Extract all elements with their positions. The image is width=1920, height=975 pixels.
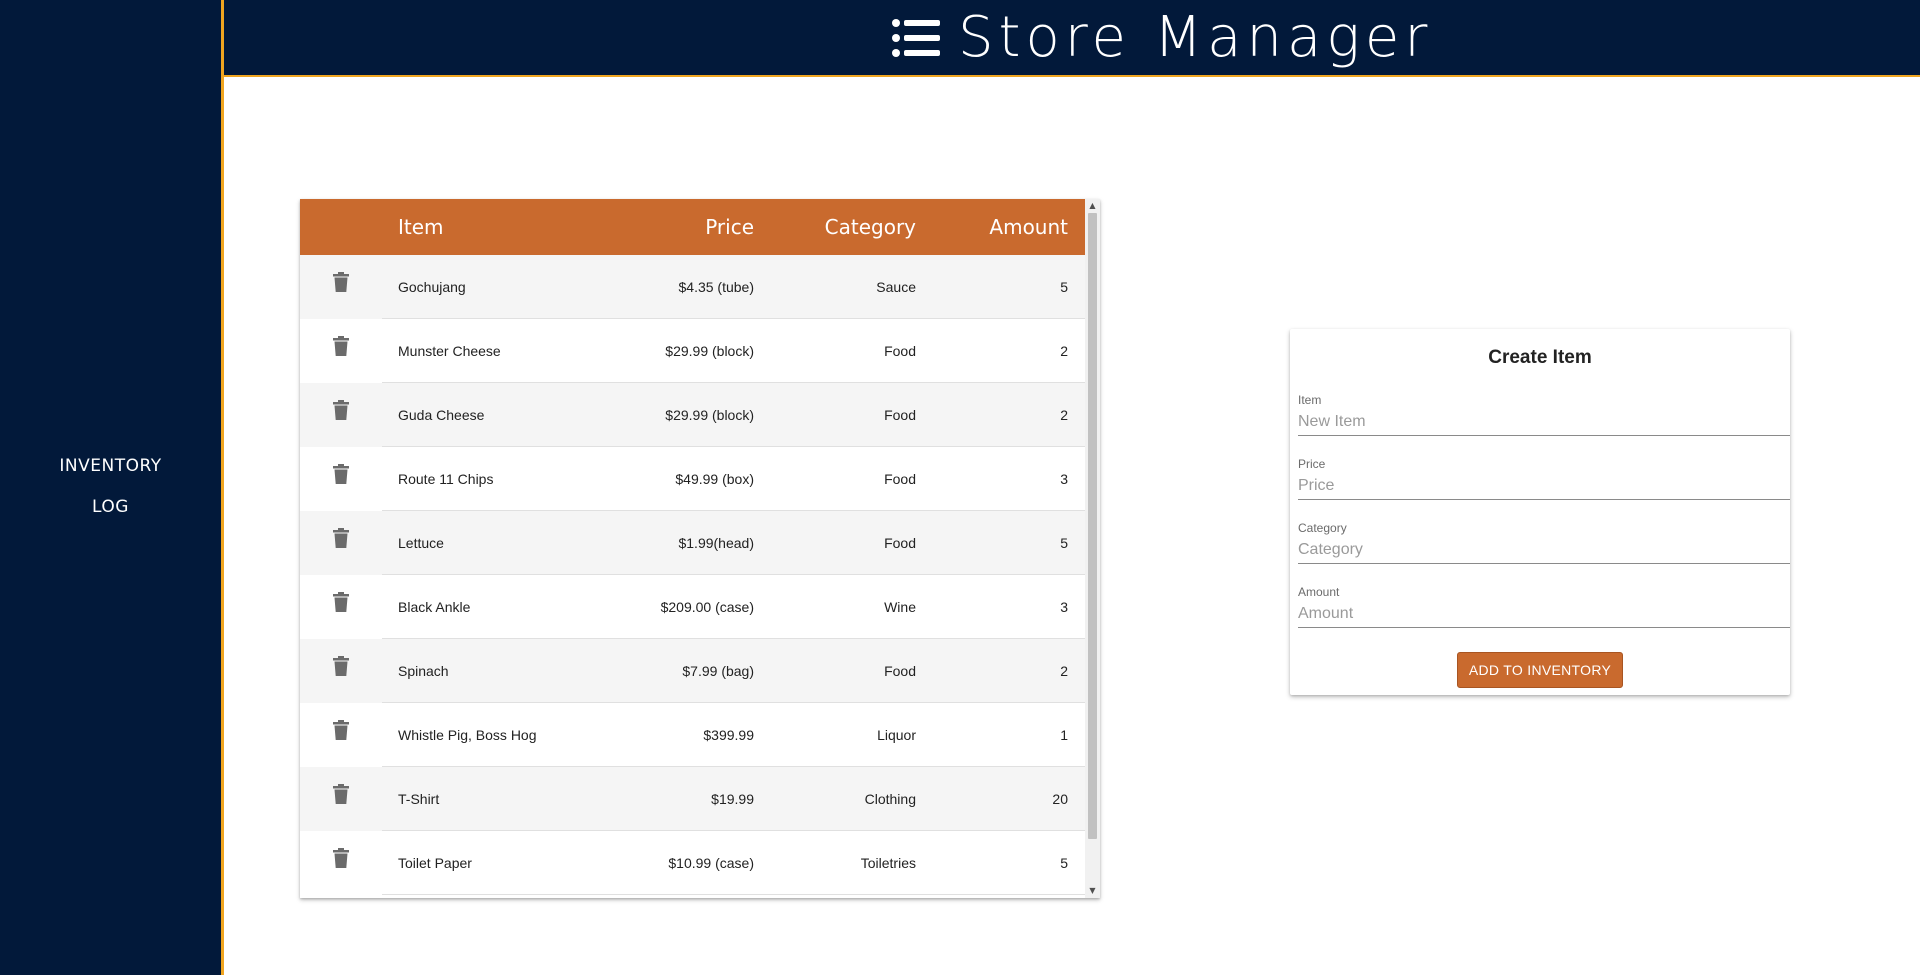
cell-category: Sauce [876,279,916,295]
cell-price: $7.99 (bag) [682,663,754,679]
cell-category: Clothing [864,791,916,807]
cell-amount: 5 [1060,279,1068,295]
price-field-group: Price [1298,457,1790,507]
cell-amount: 2 [1060,663,1068,679]
cell-item: Black Ankle [398,599,471,615]
column-header-item: Item [398,215,444,239]
cell-amount: 3 [1060,471,1068,487]
menu-list-icon[interactable] [892,18,940,58]
cell-category: Food [884,343,916,359]
cell-item: Munster Cheese [398,343,501,359]
cell-amount: 2 [1060,343,1068,359]
cell-price: $399.99 [703,727,754,743]
amount-field-group: Amount [1298,585,1790,635]
cell-price: $19.99 [711,791,754,807]
cell-category: Food [884,471,916,487]
cell-item: T-Shirt [398,791,440,807]
cell-amount: 3 [1060,599,1068,615]
table-row: Gochujang $4.35 (tube) Sauce 5 [300,255,1085,319]
cell-item: Gochujang [398,279,466,295]
cell-category: Wine [884,599,916,615]
item-field-group: Item [1298,393,1790,443]
cell-price: $49.99 (box) [675,471,754,487]
header: Store Manager [224,0,1920,77]
cell-amount: 2 [1060,407,1068,423]
table-row: T-Shirt $19.99 Clothing 20 [300,767,1085,831]
cell-price: $29.99 (block) [665,343,754,359]
category-input[interactable] [1298,537,1790,564]
cell-price: $1.99(head) [678,535,754,551]
table-row: Spinach $7.99 (bag) Food 2 [300,639,1085,703]
cell-item: Toilet Paper [398,855,472,871]
trash-icon[interactable] [333,767,349,804]
sidebar-item-log[interactable]: LOG [0,491,221,532]
cell-amount: 5 [1060,855,1068,871]
inventory-table: Item Price Category Amount Gochujang $4.3… [300,199,1100,898]
sidebar-nav: INVENTORY LOG [0,450,221,532]
trash-icon[interactable] [333,639,349,676]
sidebar-item-inventory[interactable]: INVENTORY [0,450,221,491]
price-field-label: Price [1298,457,1326,471]
column-header-amount: Amount [989,215,1068,239]
table-row: Guda Cheese $29.99 (block) Food 2 [300,383,1085,447]
table-row: Toilet Paper $10.99 (case) Toiletries 5 [300,831,1085,895]
table-row: Munster Cheese $29.99 (block) Food 2 [300,319,1085,383]
trash-icon[interactable] [333,383,349,420]
sidebar: INVENTORY LOG [0,0,224,975]
cell-price: $10.99 (case) [668,855,754,871]
header-brand: Store Manager [892,0,1432,75]
category-field-group: Category [1298,521,1790,571]
column-header-price: Price [705,215,754,239]
trash-icon[interactable] [333,447,349,484]
table-row: Whistle Pig, Boss Hog $399.99 Liquor 1 [300,703,1085,767]
cell-amount: 1 [1060,727,1068,743]
trash-icon[interactable] [333,319,349,356]
trash-icon[interactable] [333,575,349,612]
column-header-category: Category [824,215,916,239]
cell-item: Lettuce [398,535,444,551]
table-scrollbar[interactable]: ▲ ▼ [1085,199,1100,898]
cell-price: $209.00 (case) [660,599,754,615]
scroll-up-arrow-icon[interactable]: ▲ [1085,199,1100,213]
cell-item: Spinach [398,663,449,679]
cell-price: $29.99 (block) [665,407,754,423]
table-row: Black Ankle $209.00 (case) Wine 3 [300,575,1085,639]
trash-icon[interactable] [333,703,349,740]
cell-item: Guda Cheese [398,407,485,423]
cell-category: Food [884,535,916,551]
cell-category: Liquor [877,727,916,743]
add-to-inventory-button[interactable]: ADD TO INVENTORY [1457,652,1623,688]
scroll-down-arrow-icon[interactable]: ▼ [1085,884,1100,898]
cell-category: Food [884,407,916,423]
cell-price: $4.35 (tube) [678,279,755,295]
trash-icon[interactable] [333,511,349,548]
cell-item: Route 11 Chips [398,471,494,487]
category-field-label: Category [1298,521,1347,535]
item-field-label: Item [1298,393,1322,407]
scrollbar-thumb[interactable] [1088,213,1097,839]
price-input[interactable] [1298,473,1790,500]
trash-icon[interactable] [333,255,349,292]
amount-input[interactable] [1298,601,1790,628]
cell-amount: 20 [1052,791,1068,807]
cell-category: Food [884,663,916,679]
cell-amount: 5 [1060,535,1068,551]
item-input[interactable] [1298,409,1790,436]
table-body: Gochujang $4.35 (tube) Sauce 5 Munster Chees… [300,255,1085,895]
cell-category: Toiletries [860,855,916,871]
table-header: Item Price Category Amount [300,199,1085,255]
table-row: Route 11 Chips $49.99 (box) Food 3 [300,447,1085,511]
amount-field-label: Amount [1298,585,1340,599]
table-row: Lettuce $1.99(head) Food 5 [300,511,1085,575]
create-item-form: Create Item Item Price Category Amount A… [1290,329,1790,695]
page-title: Store Manager [958,5,1433,70]
trash-icon[interactable] [333,831,349,868]
cell-item: Whistle Pig, Boss Hog [398,727,537,743]
form-title: Create Item [1488,347,1592,368]
